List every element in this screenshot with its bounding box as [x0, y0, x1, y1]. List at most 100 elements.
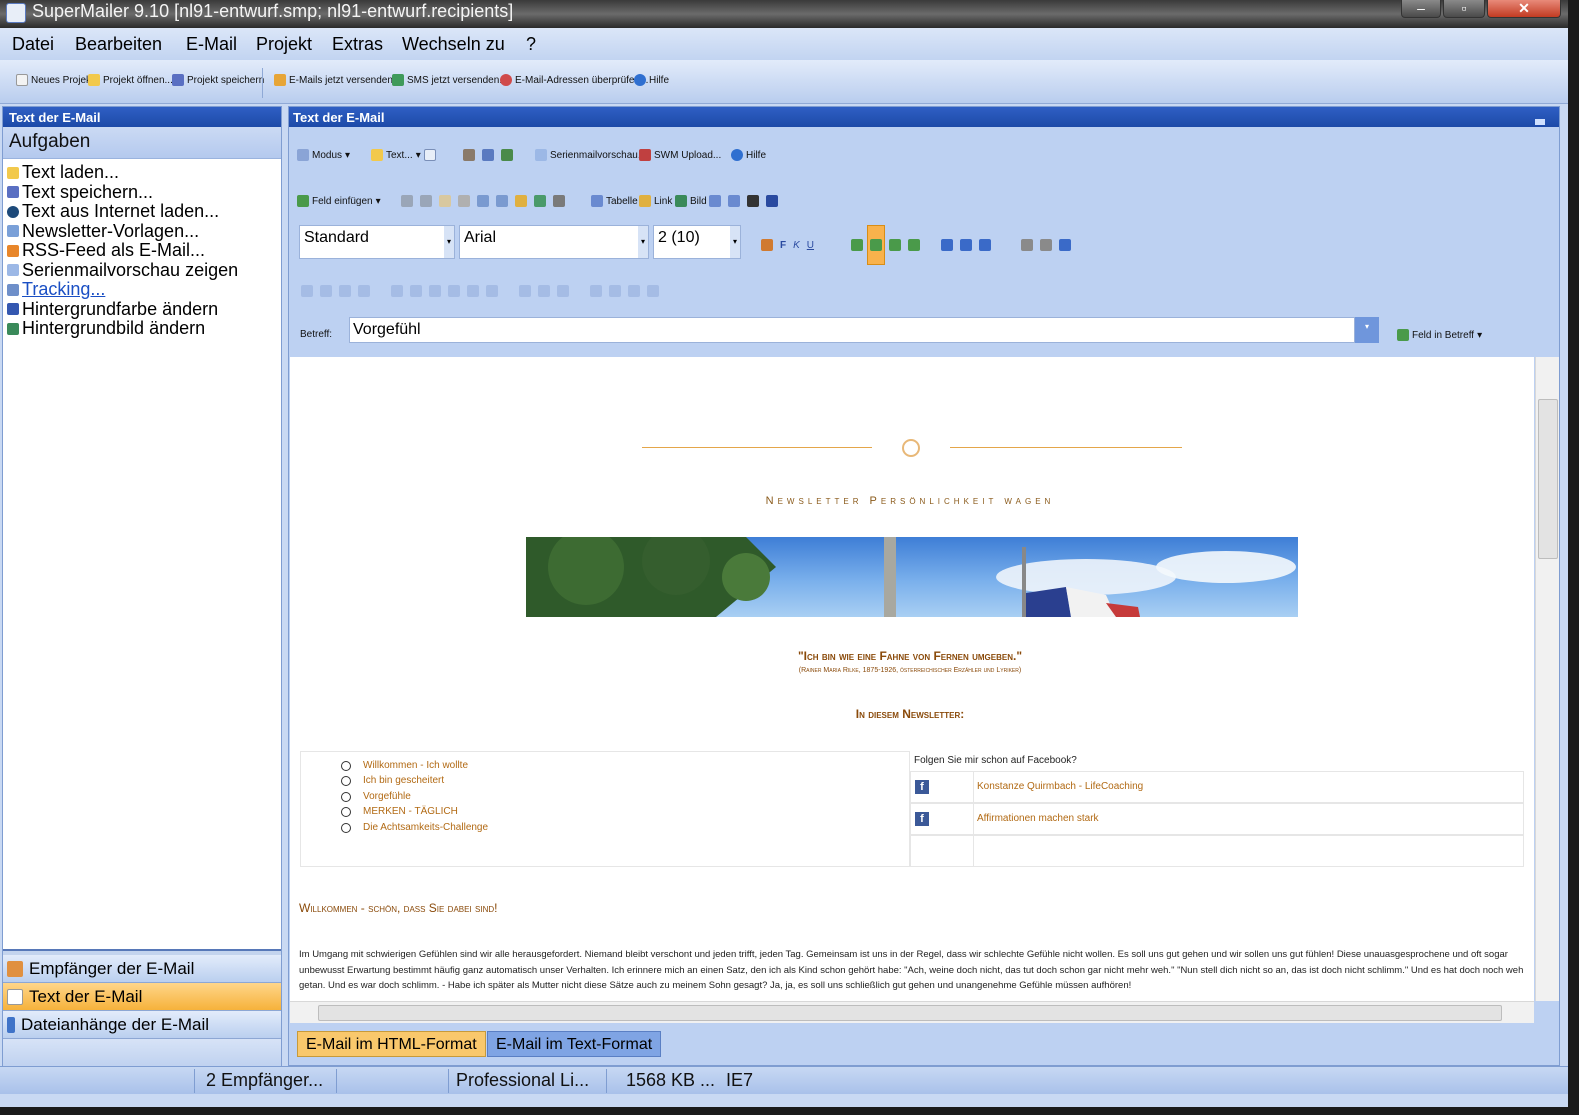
align-justify-icon[interactable]	[908, 239, 920, 251]
align-center-icon[interactable]	[870, 239, 882, 251]
vertical-scrollbar[interactable]	[1535, 357, 1559, 1001]
italic-button[interactable]: K	[793, 240, 800, 251]
form-field-icon[interactable]	[609, 285, 621, 297]
task-load-from-internet[interactable]: Text aus Internet laden...	[7, 201, 277, 222]
spellcheck-icon[interactable]	[534, 195, 546, 207]
task-background-color[interactable]: Hintergrundfarbe ändern	[7, 299, 277, 320]
facebook-link-row[interactable]: f Affirmationen machen stark	[910, 803, 1524, 835]
eraser-icon[interactable]	[1040, 239, 1052, 251]
redo-icon[interactable]	[496, 195, 508, 207]
maximize-button[interactable]: ▫	[1443, 0, 1485, 18]
thumbs-up-icon[interactable]	[709, 195, 721, 207]
table-button[interactable]: Tabelle	[591, 195, 638, 207]
minimize-button[interactable]: –	[1401, 0, 1441, 18]
toc-item[interactable]: MERKEN - TÄGLICH	[341, 806, 458, 817]
bullet-list-icon[interactable]	[941, 239, 953, 251]
check-addresses-button[interactable]: E-Mail-Adressen überprüfen...	[500, 74, 648, 86]
menu-datei[interactable]: Datei	[12, 34, 54, 55]
save-project-button[interactable]: Projekt speichern	[172, 74, 264, 86]
like-box-icon[interactable]	[728, 195, 740, 207]
toc-item[interactable]: Ich bin gescheitert	[341, 775, 444, 786]
underline-button[interactable]: U	[807, 240, 814, 251]
nav-recipients[interactable]: Empfänger der E-Mail	[3, 955, 281, 983]
open-project-button[interactable]: Projekt öffnen...	[88, 74, 173, 86]
task-newsletter-templates[interactable]: Newsletter-Vorlagen...	[7, 221, 277, 242]
font-select[interactable]: Arial ▾	[459, 225, 649, 259]
paragraph-icon[interactable]	[766, 195, 778, 207]
task-rss-feed[interactable]: RSS-Feed als E-Mail...	[7, 240, 277, 261]
delete-row-icon[interactable]	[429, 285, 441, 297]
text-button[interactable]: Text... ▾	[371, 149, 436, 161]
delete-col-icon[interactable]	[448, 285, 460, 297]
split-icon[interactable]	[486, 285, 498, 297]
copy-icon[interactable]	[420, 195, 432, 207]
menu-email[interactable]: E-Mail	[186, 34, 237, 55]
insert-col-icon[interactable]	[410, 285, 422, 297]
envelope-icon[interactable]	[482, 149, 494, 161]
pen-icon[interactable]	[1021, 239, 1033, 251]
field-in-subject-button[interactable]: Feld in Betreff ▾	[1397, 329, 1482, 341]
send-sms-button[interactable]: SMS jetzt versenden...	[392, 74, 508, 86]
row-prop-icon[interactable]	[339, 285, 351, 297]
qr-code-icon[interactable]	[747, 195, 759, 207]
cell-prop-icon[interactable]	[320, 285, 332, 297]
menu-projekt[interactable]: Projekt	[256, 34, 312, 55]
menu-wechseln-zu[interactable]: Wechseln zu	[402, 34, 505, 55]
nav-email-text[interactable]: Text der E-Mail	[3, 983, 281, 1011]
merge-icon[interactable]	[467, 285, 479, 297]
delete-icon[interactable]	[458, 195, 470, 207]
subject-input[interactable]: Vorgefühl	[349, 317, 1355, 343]
task-tracking[interactable]: Tracking...	[7, 279, 277, 300]
image-button[interactable]: Bild	[675, 195, 707, 207]
form-text-icon[interactable]	[628, 285, 640, 297]
new-project-button[interactable]: Neues Projekt	[16, 74, 94, 86]
bold-button[interactable]: F	[780, 240, 786, 251]
swm-upload-button[interactable]: SWM Upload...	[639, 149, 721, 161]
table-prop-icon[interactable]	[301, 285, 313, 297]
mode-button[interactable]: Modus ▾	[297, 149, 350, 161]
indent-icon[interactable]	[960, 239, 972, 251]
text-view-icon[interactable]	[423, 149, 436, 161]
cut-icon[interactable]	[401, 195, 413, 207]
status-recipients[interactable]: 2 Empfänger...	[206, 1070, 323, 1091]
editor-help-button[interactable]: Hilfe	[731, 149, 766, 161]
tab-html-format[interactable]: E-Mail im HTML-Format	[297, 1031, 486, 1057]
align-left-icon[interactable]	[851, 239, 863, 251]
task-load-text[interactable]: Text laden...	[7, 162, 277, 183]
form-button-icon[interactable]	[647, 285, 659, 297]
task-save-text[interactable]: Text speichern...	[7, 182, 277, 203]
cell-right-icon[interactable]	[557, 285, 569, 297]
insert-row-icon[interactable]	[391, 285, 403, 297]
cell-center-icon[interactable]	[538, 285, 550, 297]
menu-help[interactable]: ?	[526, 34, 536, 55]
function-icon[interactable]	[501, 149, 513, 161]
style-select[interactable]: Standard ▾	[299, 225, 455, 259]
undo-icon[interactable]	[477, 195, 489, 207]
send-emails-button[interactable]: E-Mails jetzt versenden...	[274, 74, 401, 86]
link-button[interactable]: Link	[639, 195, 672, 207]
task-serial-preview[interactable]: Serienmailvorschau zeigen	[7, 260, 277, 281]
form-icon[interactable]	[590, 285, 602, 297]
horizontal-scrollbar[interactable]	[290, 1001, 1534, 1023]
clean-icon[interactable]	[553, 195, 565, 207]
align-right-icon[interactable]	[889, 239, 901, 251]
toc-item[interactable]: Willkommen - Ich wollte	[341, 760, 468, 771]
collapse-icon[interactable]	[1535, 119, 1545, 125]
paste-icon[interactable]	[439, 195, 451, 207]
size-select[interactable]: 2 (10) ▾	[653, 225, 741, 259]
task-background-image[interactable]: Hintergrundbild ändern	[7, 318, 277, 339]
print-icon[interactable]	[463, 149, 475, 161]
cell-left-icon[interactable]	[519, 285, 531, 297]
horizontal-rule-icon[interactable]	[1059, 239, 1071, 251]
close-button[interactable]: ✕	[1487, 0, 1561, 18]
menu-bearbeiten[interactable]: Bearbeiten	[75, 34, 162, 55]
font-color-icon[interactable]	[761, 239, 773, 251]
col-prop-icon[interactable]	[358, 285, 370, 297]
toc-item[interactable]: Die Achtsamkeits-Challenge	[341, 822, 488, 833]
email-body-editor[interactable]: Newsletter Persönlichkeit wagen "Ich bin…	[290, 357, 1534, 1001]
insert-field-button[interactable]: Feld einfügen ▾	[297, 195, 381, 207]
nav-attachments[interactable]: Dateianhänge der E-Mail	[3, 1011, 281, 1039]
tab-text-format[interactable]: E-Mail im Text-Format	[487, 1031, 662, 1057]
toc-item[interactable]: Vorgefühle	[341, 791, 411, 802]
subject-dropdown[interactable]: ▾	[1355, 317, 1379, 343]
